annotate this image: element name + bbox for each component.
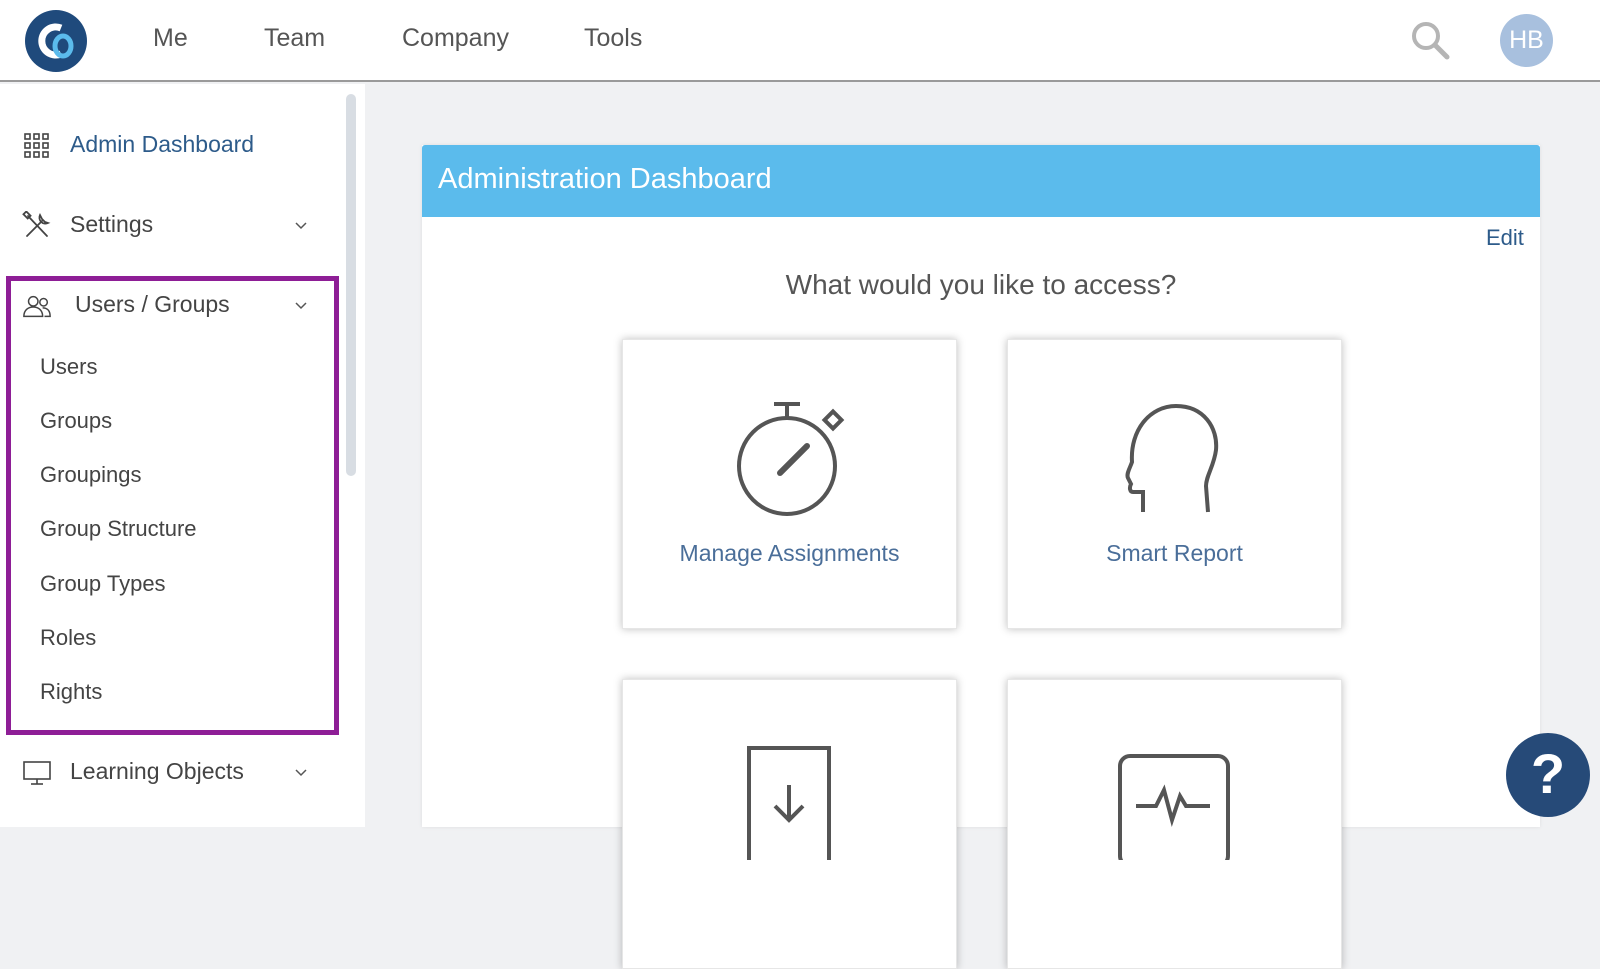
monitor-icon <box>23 761 51 785</box>
sidebar-subitem-group-types[interactable]: Group Types <box>40 571 166 597</box>
access-question: What would you like to access? <box>785 269 1177 300</box>
stopwatch-icon <box>737 402 845 516</box>
admin-dashboard-panel: Administration Dashboard Edit What would… <box>422 145 1540 969</box>
sidebar-item-label: Learning Objects <box>70 758 244 784</box>
search-icon[interactable] <box>1410 20 1450 60</box>
sidebar-item-label: Admin Dashboard <box>70 131 255 157</box>
sidebar-subitem-rights[interactable]: Rights <box>40 679 102 705</box>
sidebar-item-learning-objects[interactable]: Learning Objects <box>0 747 335 797</box>
tile-manage-assignments[interactable]: Manage Assignments <box>622 339 957 629</box>
grid-icon <box>24 133 49 158</box>
company-logo[interactable] <box>25 10 87 72</box>
tools-icon <box>22 211 51 237</box>
tile-smart-report[interactable]: Smart Report <box>1007 339 1342 629</box>
sidebar-subitem-group-structure[interactable]: Group Structure <box>40 516 197 542</box>
nav-team[interactable]: Team <box>264 24 325 53</box>
tile-label: Manage Assignments <box>679 540 900 566</box>
sidebar-subitem-users[interactable]: Users <box>40 354 97 380</box>
sidebar-item-label: Settings <box>70 211 154 237</box>
user-avatar[interactable]: HB <box>1500 14 1553 67</box>
sidebar-item-admin-dashboard[interactable]: Admin Dashboard <box>0 120 335 170</box>
sidebar-item-users-groups[interactable]: Users / Groups <box>0 280 335 330</box>
sidebar-item-label: Users / Groups <box>75 291 230 317</box>
tile-label: Smart Report <box>1106 540 1243 566</box>
nav-company[interactable]: Company <box>402 24 509 53</box>
chevron-down-icon <box>295 302 307 310</box>
sidebar-subitem-groupings[interactable]: Groupings <box>40 462 142 488</box>
chevron-down-icon <box>295 222 307 230</box>
help-button[interactable]: ? <box>1506 733 1590 817</box>
chevron-down-icon <box>295 769 307 777</box>
users-icon <box>23 295 51 318</box>
sidebar-scrollbar[interactable] <box>346 94 356 476</box>
top-navigation-bar: Me Team Company Tools HB <box>0 0 1600 82</box>
panel-header: Administration Dashboard <box>422 145 1540 217</box>
head-profile-icon <box>1125 403 1219 513</box>
panel-title: Administration Dashboard <box>438 163 772 195</box>
tile-activity-monitor[interactable] <box>1007 679 1342 969</box>
tile-download[interactable] <box>622 679 957 969</box>
sidebar-item-settings[interactable]: Settings <box>0 200 335 250</box>
nav-tools[interactable]: Tools <box>584 24 642 53</box>
logo-mark-icon <box>38 23 74 59</box>
sidebar: Admin Dashboard Settings Users / Groups … <box>0 84 365 827</box>
sidebar-subitem-groups[interactable]: Groups <box>40 408 112 434</box>
download-document-icon <box>747 746 831 860</box>
edit-link[interactable]: Edit <box>1486 225 1524 251</box>
pulse-monitor-icon <box>1118 754 1230 860</box>
sidebar-subitem-roles[interactable]: Roles <box>40 625 96 651</box>
nav-me[interactable]: Me <box>153 24 188 53</box>
users-groups-highlight <box>6 276 339 735</box>
